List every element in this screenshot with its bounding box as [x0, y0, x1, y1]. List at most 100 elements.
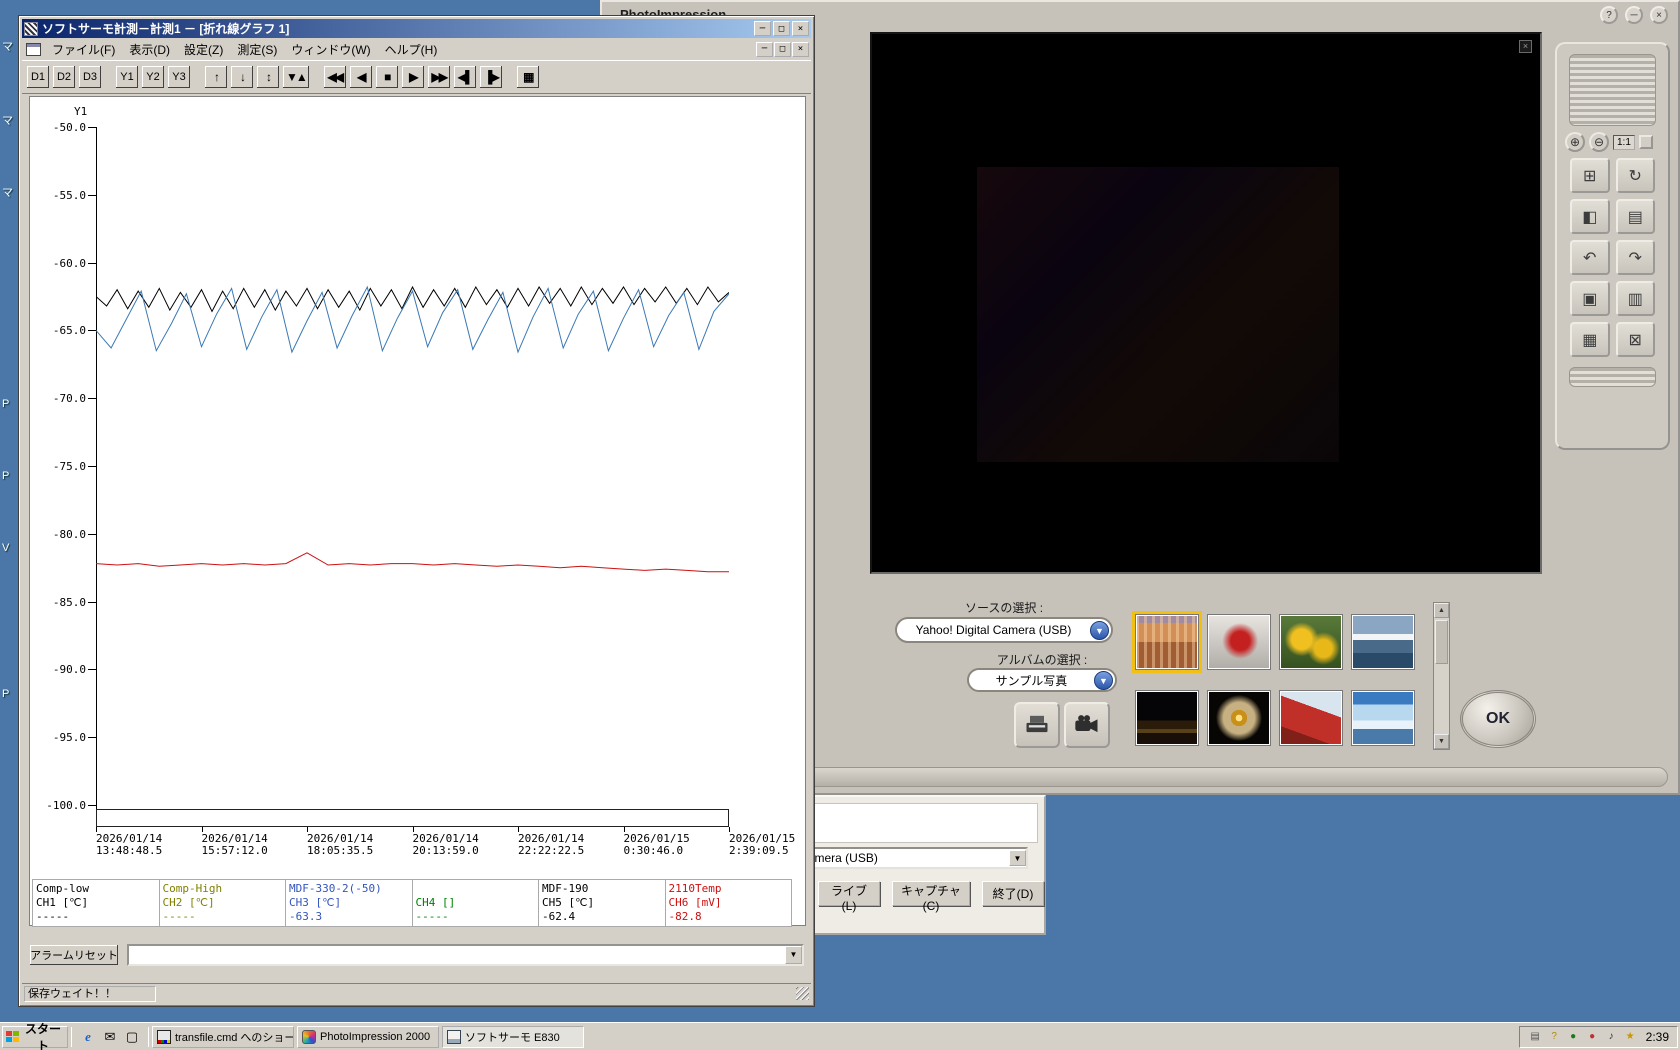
thumbnail-night-skyline[interactable]	[1135, 690, 1199, 746]
axis-button-y3[interactable]: Y3	[167, 65, 191, 89]
scroll-down-button[interactable]: ↓	[230, 65, 254, 89]
rotate-button[interactable]: ↻	[1616, 158, 1656, 193]
menu-item[interactable]: ヘルプ(H)	[378, 39, 445, 60]
scroll-up-icon[interactable]: ▲	[1434, 603, 1449, 618]
task-button[interactable]: transfile.cmd へのショート...	[152, 1026, 294, 1048]
mdi-close-button[interactable]: ×	[792, 42, 809, 57]
title-bar[interactable]: ソフトサーモ計測－計測1 － [折れ線グラフ 1] ─□×	[22, 19, 811, 38]
crop-button[interactable]: ▤	[1616, 199, 1656, 234]
stop-button[interactable]: ■	[375, 65, 399, 89]
thumbnail-yellow-flowers[interactable]	[1279, 614, 1343, 670]
dropdown-arrow-icon[interactable]: ▼	[1090, 621, 1109, 640]
desktop-icon-label[interactable]: マ	[2, 112, 13, 128]
undo-button[interactable]: ↶	[1570, 240, 1610, 275]
fast-forward-button[interactable]: ▶▶	[427, 65, 451, 89]
alarm-reset-button[interactable]: アラームリセット	[29, 944, 119, 966]
zoom-option-button[interactable]	[1639, 135, 1653, 149]
menu-item[interactable]: ファイル(F)	[45, 39, 122, 60]
print-button[interactable]: ▦	[1570, 322, 1610, 357]
menu-item[interactable]: 設定(Z)	[177, 39, 230, 60]
mdi-minimize-button[interactable]: ─	[756, 42, 773, 57]
axis-button-y2[interactable]: Y2	[141, 65, 165, 89]
axis-button-y1[interactable]: Y1	[115, 65, 139, 89]
data-set-button-d2[interactable]: D2	[52, 65, 76, 89]
thumbnail-red-bird[interactable]	[1207, 614, 1271, 670]
scrollbar-thumb[interactable]	[1435, 620, 1448, 664]
thumbnail-scrollbar[interactable]: ▲ ▼	[1433, 602, 1450, 750]
zoom-in-button[interactable]: ⊕	[1565, 132, 1585, 152]
ok-button[interactable]: OK	[1460, 690, 1536, 748]
help-button[interactable]: ?	[1600, 6, 1618, 24]
paste-button[interactable]: ▥	[1616, 281, 1656, 316]
time-range-strip[interactable]	[96, 809, 729, 827]
exit-button[interactable]: 終了(D)	[982, 881, 1044, 906]
menu-item[interactable]: 表示(D)	[122, 39, 177, 60]
preview-close-icon[interactable]: ×	[1519, 40, 1532, 53]
album-select[interactable]: サンプル写真 ▼	[967, 668, 1117, 692]
scanner-button[interactable]	[1014, 702, 1060, 748]
mdi-maximize-button[interactable]: □	[774, 42, 791, 57]
flip-horizontal-button[interactable]: ◧	[1570, 199, 1610, 234]
source-select[interactable]: Yahoo! Digital Camera (USB) ▼	[895, 617, 1113, 643]
desktop: マママPPVP PhotoImpression ?─× × ⊕ ⊖ 1:1 ⊞↻…	[0, 0, 1680, 1050]
menu-item[interactable]: ウィンドウ(W)	[284, 39, 377, 60]
status-message: 保存ウェイト！！	[24, 986, 156, 1002]
status-red-icon[interactable]: ●	[1585, 1029, 1600, 1044]
delete-button[interactable]: ⊠	[1616, 322, 1656, 357]
camera-button[interactable]	[1064, 702, 1110, 748]
graph-button[interactable]: ▦	[516, 65, 540, 89]
desktop-icon-label[interactable]: P	[2, 470, 9, 482]
mail-icon[interactable]: ✉	[100, 1027, 120, 1047]
thumbnail-sky-clouds[interactable]	[1351, 690, 1415, 746]
star-icon[interactable]: ★	[1623, 1029, 1638, 1044]
task-button[interactable]: PhotoImpression 2000	[297, 1026, 439, 1048]
copy-button[interactable]: ▣	[1570, 281, 1610, 316]
dropdown-arrow-icon[interactable]: ▼	[1009, 850, 1026, 866]
step-back-button[interactable]: ◀	[349, 65, 373, 89]
dropdown-arrow-icon[interactable]: ▼	[785, 946, 802, 964]
alarm-combobox[interactable]: ▼	[127, 944, 804, 966]
close-button[interactable]: ×	[792, 21, 809, 36]
scroll-down-icon[interactable]: ▼	[1434, 734, 1449, 749]
data-set-button-d3[interactable]: D3	[78, 65, 102, 89]
close-button[interactable]: ×	[1650, 6, 1668, 24]
thumbnail-desert-spires[interactable]	[1135, 614, 1199, 670]
thumbnail-harbor-boats[interactable]	[1351, 614, 1415, 670]
rewind-button[interactable]: ◀◀	[323, 65, 347, 89]
desktop-icon-label[interactable]: P	[2, 398, 9, 410]
volume-icon[interactable]: ♪	[1604, 1029, 1619, 1044]
start-button[interactable]: スタート	[2, 1026, 68, 1048]
jump-end-button[interactable]: ▐▶	[479, 65, 503, 89]
redo-button[interactable]: ↷	[1616, 240, 1656, 275]
status-green-icon[interactable]: ●	[1566, 1029, 1581, 1044]
desktop-icon-label[interactable]: マ	[2, 184, 13, 200]
minimize-button[interactable]: ─	[1625, 6, 1643, 24]
scroll-up-button[interactable]: ↑	[204, 65, 228, 89]
printer-icon[interactable]: ▤	[1528, 1029, 1543, 1044]
desktop-icon-label[interactable]: P	[2, 688, 9, 700]
thumbnail-ship-bow[interactable]	[1279, 690, 1343, 746]
zoom-out-button[interactable]: ⊖	[1589, 132, 1609, 152]
data-set-button-d1[interactable]: D1	[26, 65, 50, 89]
capture-button[interactable]: キャプチャ(C)	[892, 881, 970, 906]
menu-item[interactable]: 測定(S)	[230, 39, 284, 60]
fit-window-button[interactable]: ⊞	[1570, 158, 1610, 193]
dropdown-arrow-icon[interactable]: ▼	[1094, 671, 1113, 690]
desktop-icon-label[interactable]: V	[2, 542, 9, 554]
legend-value: -62.4	[542, 910, 662, 924]
compress-vertical-button[interactable]: ▼▲	[282, 65, 310, 89]
show-desktop-icon[interactable]: ▢	[122, 1027, 142, 1047]
ie-icon[interactable]: e	[78, 1027, 98, 1047]
resize-grip[interactable]	[796, 987, 809, 1000]
minimize-button[interactable]: ─	[754, 21, 771, 36]
step-forward-button[interactable]: ▶	[401, 65, 425, 89]
expand-vertical-button[interactable]: ↕	[256, 65, 280, 89]
thumbnail-light-spiral[interactable]	[1207, 690, 1271, 746]
jump-start-button[interactable]: ◀▌	[453, 65, 477, 89]
maximize-button[interactable]: □	[773, 21, 790, 36]
live-button[interactable]: ライブ(L)	[818, 881, 880, 906]
help-icon[interactable]: ?	[1547, 1029, 1562, 1044]
task-button[interactable]: ソフトサーモ E830	[442, 1026, 584, 1048]
desktop-icon-label[interactable]: マ	[2, 38, 13, 54]
mdi-child-icon[interactable]	[26, 43, 41, 56]
